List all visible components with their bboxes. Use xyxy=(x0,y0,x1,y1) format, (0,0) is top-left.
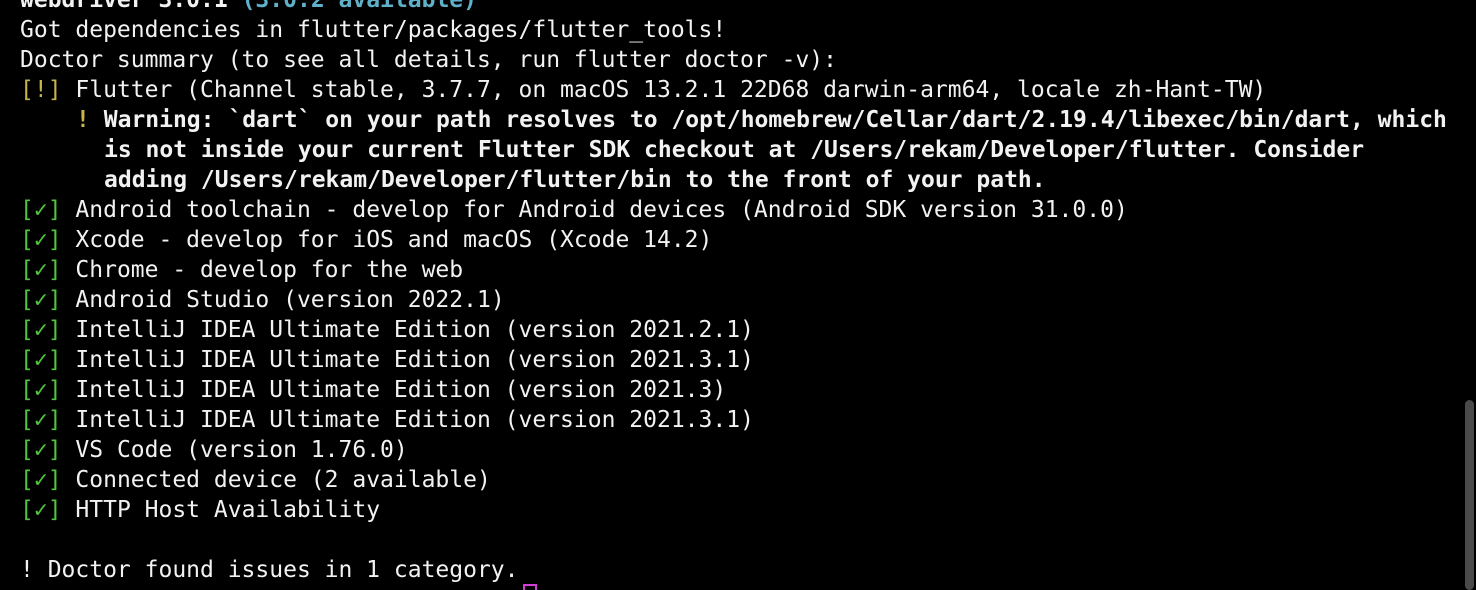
warning-marker: [!] xyxy=(20,77,62,103)
check-text: IntelliJ IDEA Ultimate Edition (version … xyxy=(75,377,727,403)
check-marker: [✓] xyxy=(20,287,62,313)
check-line: [✓] Chrome - develop for the web xyxy=(20,255,463,285)
check-line: [✓] HTTP Host Availability xyxy=(20,495,380,525)
check-text: VS Code (version 1.76.0) xyxy=(75,437,408,463)
check-marker: [✓] xyxy=(20,497,62,523)
check-marker: [✓] xyxy=(20,407,62,433)
doctor-summary-line: Doctor summary (to see all details, run … xyxy=(20,47,837,73)
terminal-window[interactable]: webdriver 3.0.1 (3.0.2 available) Got de… xyxy=(0,0,1476,590)
check-line: [✓] VS Code (version 1.76.0) xyxy=(20,435,408,465)
check-line: [✓] Xcode - develop for iOS and macOS (X… xyxy=(20,225,712,255)
check-text: IntelliJ IDEA Ultimate Edition (version … xyxy=(75,347,754,373)
check-line: [✓] IntelliJ IDEA Ultimate Edition (vers… xyxy=(20,375,726,405)
scrollbar[interactable] xyxy=(1462,0,1476,590)
warning-line-2: is not inside your current Flutter SDK c… xyxy=(104,137,1365,163)
scrollbar-thumb[interactable] xyxy=(1465,400,1474,590)
check-marker: [✓] xyxy=(20,347,62,373)
webdriver-text: webdriver 3.0.1 xyxy=(20,0,228,13)
check-marker: [✓] xyxy=(20,257,62,283)
check-line: [✓] IntelliJ IDEA Ultimate Edition (vers… xyxy=(20,315,754,345)
check-marker: [✓] xyxy=(20,467,62,493)
warning-text-1: Warning: `dart` on your path resolves to… xyxy=(103,107,1447,133)
check-line: [✓] Android toolchain - develop for Andr… xyxy=(20,195,1128,225)
warning-line-1: ! Warning: `dart` on your path resolves … xyxy=(76,105,1447,135)
warning-exclamation: ! xyxy=(76,107,90,133)
check-line: [✓] Android Studio (version 2022.1) xyxy=(20,285,505,315)
check-marker: [✓] xyxy=(20,197,62,223)
check-line: [✓] IntelliJ IDEA Ultimate Edition (vers… xyxy=(20,405,754,435)
check-marker: [✓] xyxy=(20,317,62,343)
warning-line-3: adding /Users/rekam/Developer/flutter/bi… xyxy=(104,167,1046,193)
check-text: Chrome - develop for the web xyxy=(75,257,464,283)
got-dependencies-line: Got dependencies in flutter/packages/flu… xyxy=(20,17,727,43)
check-text: Xcode - develop for iOS and macOS (Xcode… xyxy=(75,227,713,253)
issues-summary-line: ! Doctor found issues in 1 category. xyxy=(20,557,519,583)
check-text: Android Studio (version 2022.1) xyxy=(75,287,505,313)
check-text: Android toolchain - develop for Android … xyxy=(75,197,1128,223)
check-text: HTTP Host Availability xyxy=(75,497,381,523)
check-text: IntelliJ IDEA Ultimate Edition (version … xyxy=(75,407,754,433)
webdriver-available-text: (3.0.2 available) xyxy=(241,0,477,13)
check-marker: [✓] xyxy=(20,227,62,253)
flutter-status-text: Flutter (Channel stable, 3.7.7, on macOS… xyxy=(75,77,1267,103)
check-line: [✓] Connected device (2 available) xyxy=(20,465,491,495)
check-text: IntelliJ IDEA Ultimate Edition (version … xyxy=(75,317,754,343)
flutter-status-line: [!] Flutter (Channel stable, 3.7.7, on m… xyxy=(20,75,1266,105)
check-marker: [✓] xyxy=(20,377,62,403)
check-marker: [✓] xyxy=(20,437,62,463)
terminal-cursor xyxy=(523,584,537,590)
check-line: [✓] IntelliJ IDEA Ultimate Edition (vers… xyxy=(20,345,754,375)
partial-line-webdriver: webdriver 3.0.1 (3.0.2 available) xyxy=(20,0,477,15)
check-text: Connected device (2 available) xyxy=(75,467,491,493)
